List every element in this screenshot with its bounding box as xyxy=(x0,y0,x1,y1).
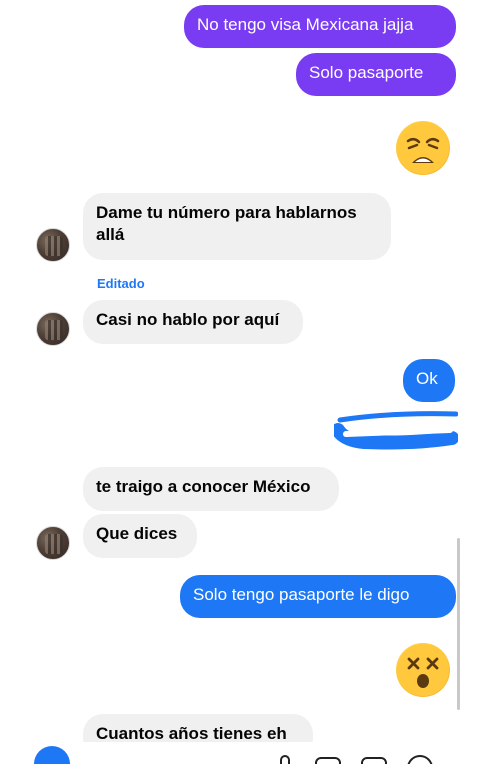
sent-message[interactable]: Solo tengo pasaporte le digo xyxy=(180,575,456,618)
sent-message[interactable]: No tengo visa Mexicana jajja xyxy=(184,5,456,48)
received-message[interactable]: Casi no hablo por aquí xyxy=(83,300,303,344)
scrollbar[interactable] xyxy=(457,538,460,710)
received-message[interactable]: te traigo a conocer México xyxy=(83,467,339,511)
contact-avatar[interactable] xyxy=(36,526,70,560)
emoji-icon[interactable] xyxy=(405,742,435,764)
contact-avatar[interactable] xyxy=(36,228,70,262)
sticker-icon[interactable] xyxy=(359,742,389,764)
plus-icon[interactable] xyxy=(32,742,72,764)
image-icon[interactable] xyxy=(313,742,343,764)
contact-avatar[interactable] xyxy=(36,312,70,346)
microphone-icon[interactable] xyxy=(275,742,295,764)
composer-bar xyxy=(0,742,485,764)
redaction-scribble xyxy=(334,411,458,450)
weary-face-emoji[interactable] xyxy=(396,121,450,175)
dizzy-face-emoji[interactable] xyxy=(396,643,450,697)
received-message[interactable]: Que dices xyxy=(83,514,197,558)
edited-label: Editado xyxy=(97,276,145,291)
sent-message[interactable]: Solo pasaporte xyxy=(296,53,456,96)
sent-message[interactable]: Ok xyxy=(403,359,455,402)
received-message[interactable]: Dame tu número para hablarnos allá xyxy=(83,193,391,260)
